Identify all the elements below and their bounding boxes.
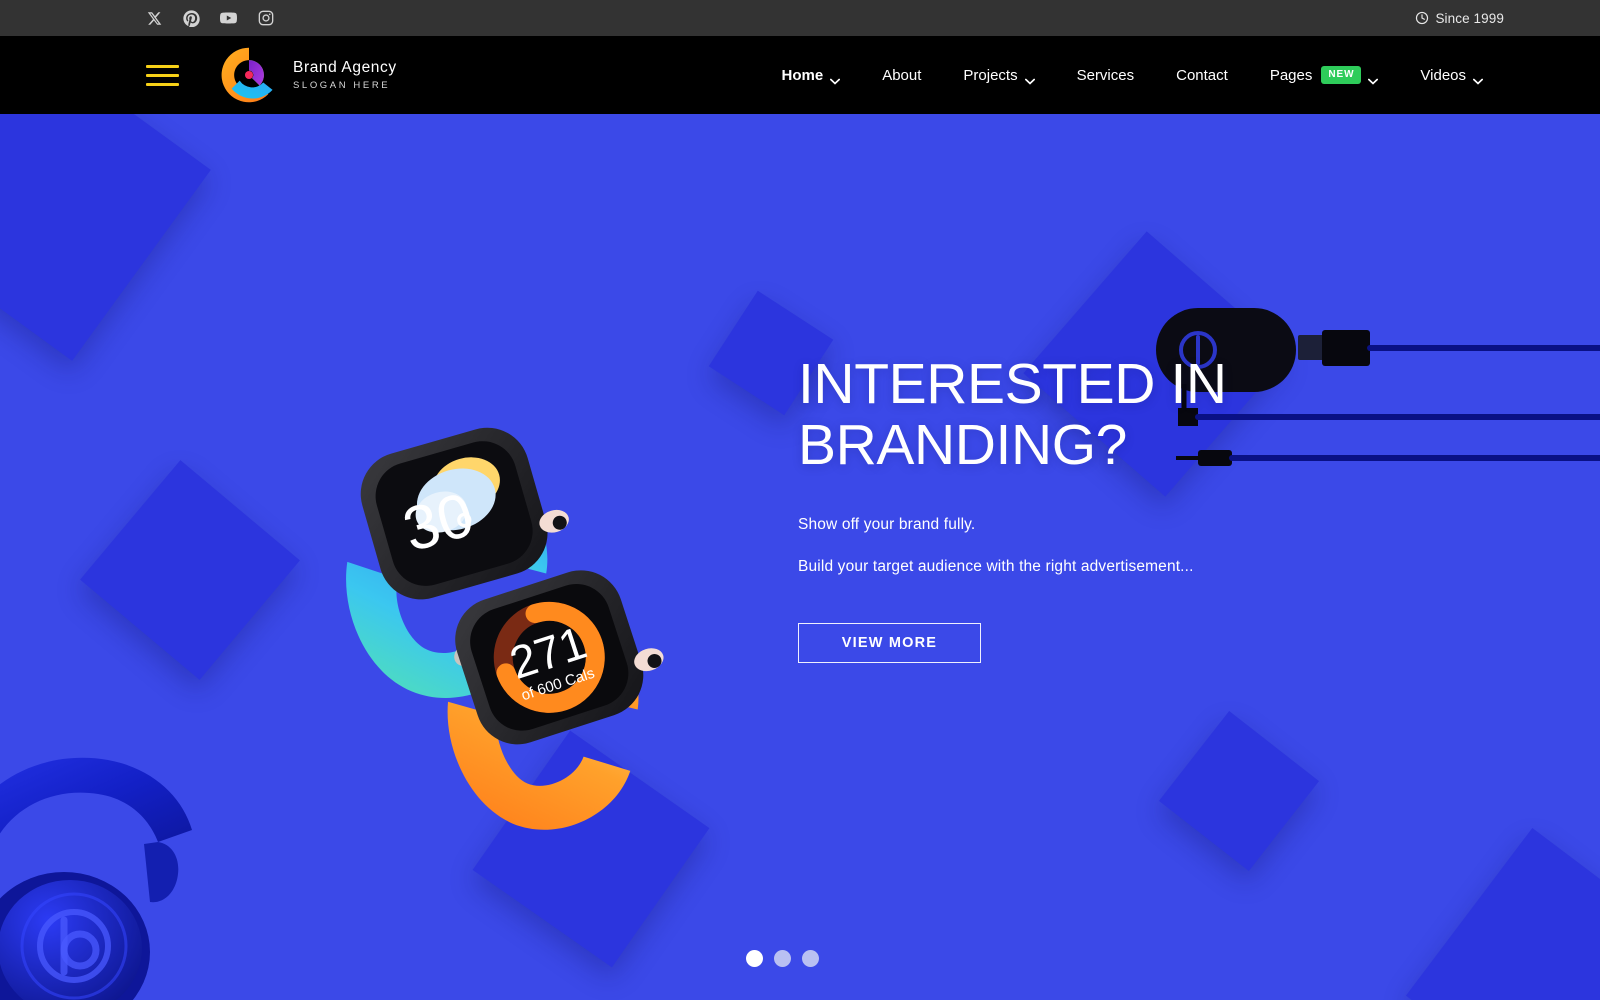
social-links [146,9,274,27]
nav-item-contact[interactable]: Contact [1155,57,1249,94]
nav-item-home[interactable]: Home [761,57,862,94]
hero-title-line-1: INTERESTED IN [798,352,1227,416]
nav-item-pages[interactable]: Pages NEW [1249,56,1400,94]
since-text: Since 1999 [1435,10,1504,26]
youtube-icon[interactable] [220,10,237,27]
nav-label: Pages [1269,66,1313,84]
nav-label: Videos [1420,66,1466,84]
nav-item-projects[interactable]: Projects [942,57,1055,94]
main-navbar: Brand Agency SLOGAN HERE Home About Proj… [0,36,1600,114]
hamburger-menu-icon[interactable] [146,64,179,86]
smartwatch-product-image: 30 271 of 600 Cals [288,398,688,868]
carousel-dot-2[interactable] [774,950,791,967]
decorative-square [80,460,300,680]
hero-copy-block: INTERESTED IN BRANDING? Show off your br… [798,354,1418,663]
primary-nav: Home About Projects Services Contact Pag… [761,56,1504,94]
view-more-button[interactable]: VIEW MORE [798,622,981,663]
chevron-down-icon [1024,72,1035,85]
nav-label: Services [1076,66,1135,84]
new-badge: NEW [1321,66,1362,84]
hero-subtitle-1: Show off your brand fully. [798,515,976,533]
nav-label: About [882,66,922,84]
hero-title-line-2: BRANDING? [798,412,1127,477]
carousel-dot-1[interactable] [746,950,763,967]
brand-name: Brand Agency [293,59,397,76]
nav-label: Contact [1176,66,1228,84]
nav-label: Projects [963,66,1018,84]
hero-title: INTERESTED IN BRANDING? [798,354,1418,476]
nav-item-videos[interactable]: Videos [1399,57,1504,94]
chevron-down-icon [1473,72,1483,85]
clock-icon [1415,11,1429,25]
x-twitter-icon[interactable] [146,10,163,27]
brand-slogan: SLOGAN HERE [293,79,391,91]
since-label: Since 1999 [1415,11,1504,26]
hero-subtitle-2: Build your target audience with the righ… [798,557,1194,575]
chevron-down-icon [1368,72,1379,85]
top-utility-bar: Since 1999 [0,0,1600,36]
decorative-square [1158,710,1320,872]
carousel-indicators [746,950,819,967]
decorative-square [0,114,211,361]
decorative-square [1405,827,1600,1000]
brand-logo[interactable]: Brand Agency SLOGAN HERE [218,44,397,106]
headphones-product-image [0,738,266,1000]
chevron-down-icon [830,72,841,85]
carousel-dot-3[interactable] [802,950,819,967]
nav-item-about[interactable]: About [861,57,942,94]
hero-banner: 30 271 of 600 Cals INTERESTED IN BRANDIN… [0,114,1600,1000]
instagram-icon[interactable] [257,10,274,27]
nav-item-services[interactable]: Services [1056,57,1156,94]
brand-spiral-logo-icon [218,44,280,106]
pinterest-icon[interactable] [183,9,200,27]
nav-label: Home [781,66,824,84]
